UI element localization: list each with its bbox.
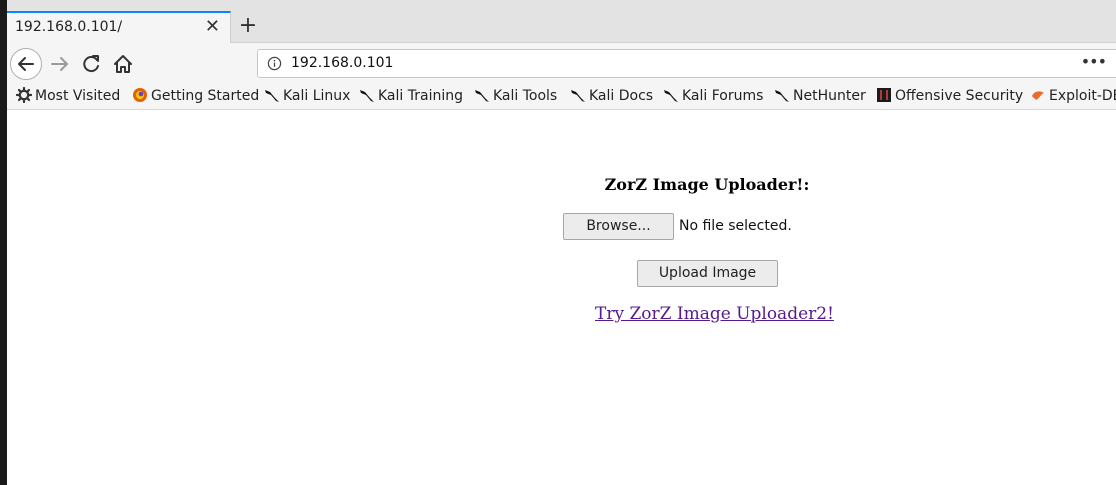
navigation-bar: 192.168.0.101 ••• [0, 43, 1116, 84]
bookmark-label: Kali Training [378, 88, 463, 104]
bookmark-kali-training[interactable]: Kali Training [359, 87, 463, 107]
bookmarks-bar: Most Visited Getting Started Kali Linux … [7, 84, 1116, 110]
home-icon [114, 55, 132, 73]
kali-dragon-icon [571, 90, 585, 102]
bookmark-label: Kali Linux [283, 88, 351, 104]
bookmark-kali-linux[interactable]: Kali Linux [264, 87, 350, 107]
firefox-icon [133, 88, 147, 102]
bookmark-label: Exploit-DB [1049, 88, 1116, 104]
bookmark-nethunter[interactable]: NetHunter [774, 87, 866, 107]
bookmark-label: Offensive Security [895, 88, 1024, 104]
arrow-right-icon [51, 57, 68, 71]
tab-title: 192.168.0.101/ [15, 19, 123, 35]
bookmark-label: Getting Started [151, 88, 260, 104]
bookmark-kali-docs[interactable]: Kali Docs [570, 87, 653, 107]
new-tab-button[interactable]: + [235, 14, 261, 40]
more-options-icon[interactable]: ••• [1081, 52, 1107, 71]
uploader2-link[interactable]: Try ZorZ Image Uploader2! [595, 304, 834, 324]
bookmark-label: NetHunter [793, 88, 866, 104]
bookmark-label: Most Visited [35, 88, 121, 104]
upload-image-button[interactable]: Upload Image [637, 260, 778, 287]
bookmark-offensive-security[interactable]: Offensive Security [876, 87, 1023, 107]
kali-dragon-icon [475, 90, 489, 102]
info-icon[interactable] [267, 56, 282, 71]
home-button[interactable] [111, 52, 135, 76]
bookmark-label: Kali Docs [589, 88, 654, 104]
file-status-text: No file selected. [679, 218, 792, 234]
page-content: ZorZ Image Uploader!: Browse... No file … [7, 111, 1116, 485]
bookmark-getting-started[interactable]: Getting Started [132, 87, 259, 107]
tab-active[interactable]: 192.168.0.101/ ✕ [7, 11, 231, 44]
kali-dragon-icon [360, 90, 374, 102]
bookmark-most-visited[interactable]: Most Visited [16, 87, 120, 107]
address-bar[interactable]: 192.168.0.101 ••• [257, 49, 1116, 78]
bookmark-kali-forums[interactable]: Kali Forums [663, 87, 763, 107]
kali-dragon-icon [265, 90, 279, 102]
reload-button[interactable] [80, 53, 104, 75]
arrow-left-icon [18, 57, 34, 71]
browse-button[interactable]: Browse... [563, 213, 674, 240]
left-window-edge [0, 0, 7, 485]
bookmark-label: Kali Tools [493, 88, 558, 104]
back-button[interactable] [10, 48, 42, 80]
exploit-db-icon [1032, 91, 1044, 100]
offsec-icon [877, 88, 891, 102]
bookmark-exploit-db[interactable]: Exploit-DB [1030, 87, 1116, 107]
forward-button[interactable] [48, 53, 72, 75]
bookmark-label: Kali Forums [682, 88, 764, 104]
gear-icon [16, 87, 32, 103]
bookmark-kali-tools[interactable]: Kali Tools [474, 87, 557, 107]
close-icon[interactable]: ✕ [205, 17, 220, 37]
kali-dragon-icon [775, 90, 789, 102]
url-text[interactable]: 192.168.0.101 [291, 55, 393, 71]
tab-bar: 192.168.0.101/ ✕ + [0, 0, 1116, 44]
page-title: ZorZ Image Uploader!: [604, 175, 810, 194]
kali-dragon-icon [664, 90, 678, 102]
reload-icon [83, 55, 99, 73]
